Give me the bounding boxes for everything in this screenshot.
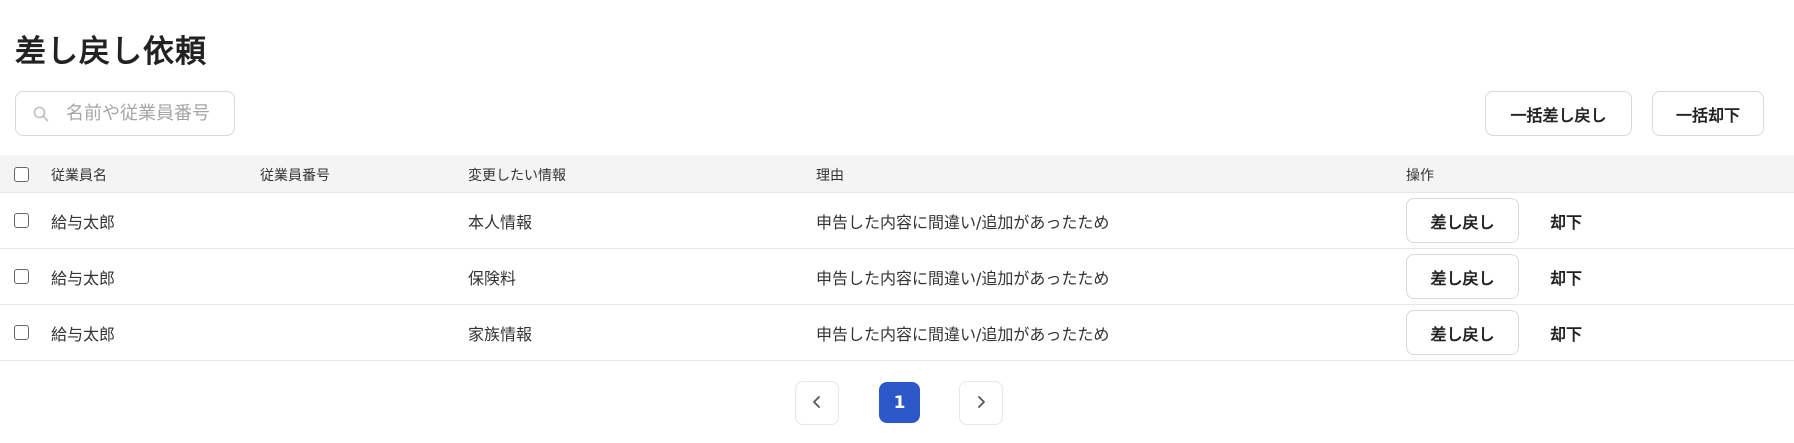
- header-operation: 操作: [1406, 167, 1434, 184]
- search-box[interactable]: [15, 91, 235, 136]
- chevron-right-icon: [974, 394, 988, 413]
- row-checkbox[interactable]: [14, 213, 29, 228]
- page-title: 差し戻し依頼: [15, 34, 207, 70]
- row-operation: 差し戻し 却下: [1406, 249, 1582, 304]
- row-return-button[interactable]: 差し戻し: [1406, 198, 1519, 243]
- row-reject-link[interactable]: 却下: [1550, 209, 1582, 233]
- row-reject-link[interactable]: 却下: [1550, 265, 1582, 289]
- prev-page-button[interactable]: [795, 381, 839, 425]
- select-all-checkbox[interactable]: [14, 167, 29, 182]
- search-input[interactable]: [66, 103, 226, 124]
- row-checkbox[interactable]: [14, 325, 29, 340]
- row-reason: 申告した内容に間違い/追加があったため: [816, 324, 1110, 344]
- bulk-return-button[interactable]: 一括差し戻し: [1485, 91, 1632, 136]
- row-reject-link[interactable]: 却下: [1550, 321, 1582, 345]
- row-reason: 申告した内容に間違い/追加があったため: [816, 268, 1110, 288]
- page-number-current[interactable]: 1: [879, 382, 920, 423]
- select-all-cell: [14, 155, 29, 192]
- row-operation: 差し戻し 却下: [1406, 193, 1582, 248]
- bulk-reject-button[interactable]: 一括却下: [1652, 91, 1764, 136]
- search-icon: [30, 103, 52, 125]
- table-row: 給与太郎 保険料 申告した内容に間違い/追加があったため 差し戻し 却下: [0, 249, 1794, 305]
- row-employee-name: 給与太郎: [51, 324, 116, 344]
- row-change-info: 家族情報: [468, 324, 533, 344]
- row-return-button[interactable]: 差し戻し: [1406, 310, 1519, 355]
- row-return-button[interactable]: 差し戻し: [1406, 254, 1519, 299]
- next-page-button[interactable]: [959, 381, 1003, 425]
- chevron-left-icon: [810, 394, 824, 413]
- row-employee-name: 給与太郎: [51, 268, 116, 288]
- table-row: 給与太郎 本人情報 申告した内容に間違い/追加があったため 差し戻し 却下: [0, 193, 1794, 249]
- row-change-info: 本人情報: [468, 212, 533, 232]
- row-operation: 差し戻し 却下: [1406, 305, 1582, 360]
- request-table: 従業員名 従業員番号 変更したい情報 理由 操作 給与太郎 本人情報 申告した内…: [0, 155, 1794, 361]
- page: 差し戻し依頼 一括差し戻し 一括却下 従業員名 従業員番号 変更したい情報 理由…: [0, 0, 1794, 443]
- table-header: 従業員名 従業員番号 変更したい情報 理由 操作: [0, 155, 1794, 193]
- pagination: 1: [0, 381, 1794, 425]
- row-change-info: 保険料: [468, 268, 517, 288]
- header-reason[interactable]: 理由: [816, 155, 844, 192]
- table-row: 給与太郎 家族情報 申告した内容に間違い/追加があったため 差し戻し 却下: [0, 305, 1794, 361]
- row-checkbox[interactable]: [14, 269, 29, 284]
- header-employee-number[interactable]: 従業員番号: [260, 155, 330, 192]
- header-employee-name[interactable]: 従業員名: [51, 155, 107, 192]
- row-employee-name: 給与太郎: [51, 212, 116, 232]
- row-reason: 申告した内容に間違い/追加があったため: [816, 212, 1110, 232]
- header-change-info[interactable]: 変更したい情報: [468, 155, 566, 192]
